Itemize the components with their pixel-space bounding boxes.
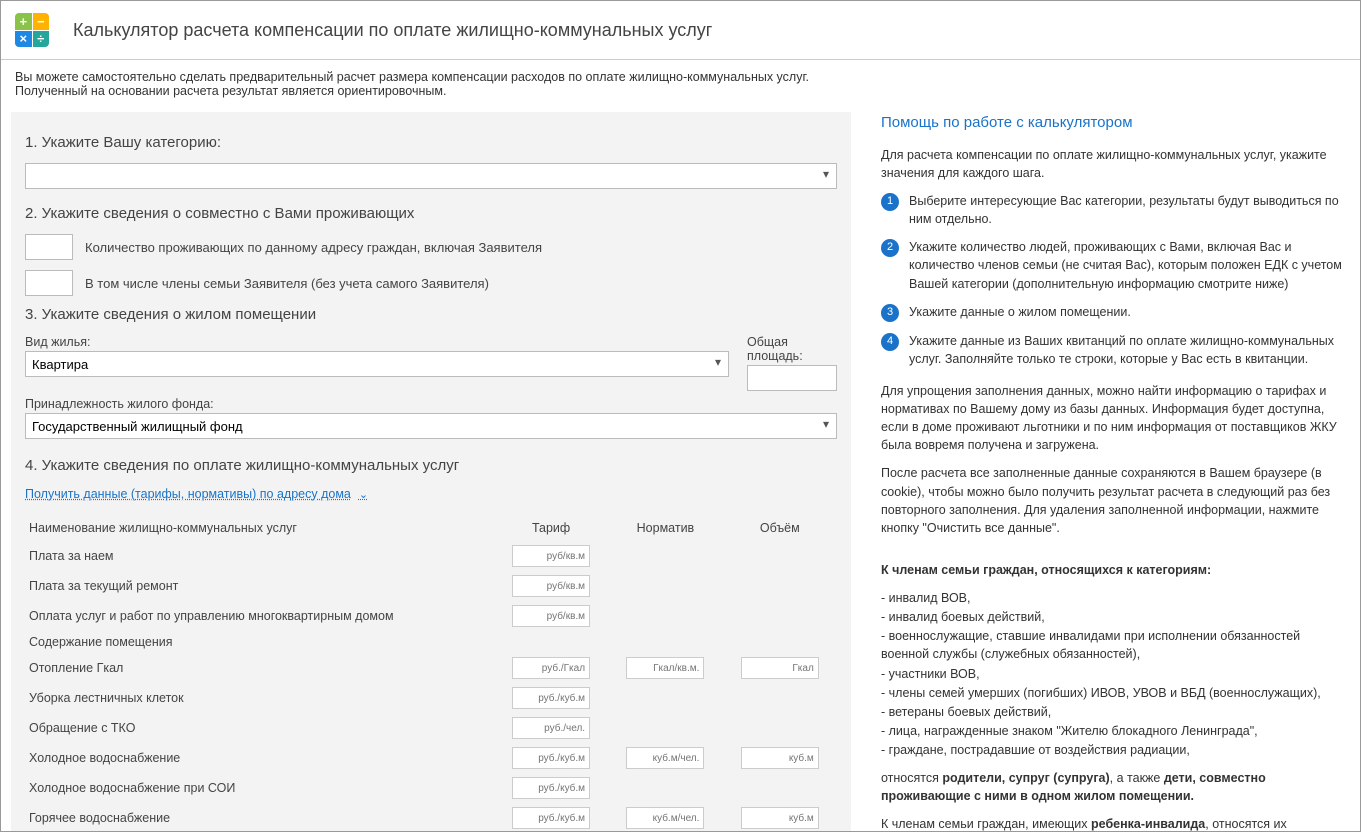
family-input[interactable] xyxy=(25,270,73,296)
help-step: 2Укажите количество людей, проживающих с… xyxy=(881,238,1344,292)
help-intro: Для расчета компенсации по оплате жилищн… xyxy=(881,146,1344,182)
help-step: 1Выберите интересующие Вас категории, ре… xyxy=(881,192,1344,228)
tariff-input[interactable] xyxy=(512,687,590,709)
tariff-input[interactable] xyxy=(512,575,590,597)
step2-title: 2. Укажите сведения о совместно с Вами п… xyxy=(25,205,837,222)
norm-input[interactable] xyxy=(626,747,704,769)
header: +−×÷ Калькулятор расчета компенсации по … xyxy=(1,1,1360,60)
table-row: Обращение с ТКО xyxy=(25,713,837,743)
tariff-input[interactable] xyxy=(512,807,590,829)
housing-type-select[interactable]: Квартира xyxy=(25,351,729,377)
volume-input[interactable] xyxy=(741,807,819,829)
table-row: Содержание помещения xyxy=(25,631,837,653)
service-name: Плата за наем xyxy=(25,541,494,571)
area-input[interactable] xyxy=(747,365,837,391)
table-row: Холодное водоснабжение xyxy=(25,743,837,773)
get-data-link[interactable]: Получить данные (тарифы, нормативы) по а… xyxy=(25,487,368,501)
service-name: Содержание помещения xyxy=(25,631,494,653)
norm-input[interactable] xyxy=(626,657,704,679)
step1-title: 1. Укажите Вашу категорию: xyxy=(25,134,837,151)
table-row: Плата за наем xyxy=(25,541,837,571)
tariff-input[interactable] xyxy=(512,657,590,679)
step-badge: 3 xyxy=(881,304,899,322)
page-title: Калькулятор расчета компенсации по оплат… xyxy=(73,20,712,41)
step-badge: 4 xyxy=(881,333,899,351)
service-name: Уборка лестничных клеток xyxy=(25,683,494,713)
volume-input[interactable] xyxy=(741,747,819,769)
norm-input[interactable] xyxy=(626,807,704,829)
col-norm: Норматив xyxy=(608,515,722,541)
service-name: Холодное водоснабжение при СОИ xyxy=(25,773,494,803)
area-label: Общая площадь: xyxy=(747,335,837,363)
volume-input[interactable] xyxy=(741,657,819,679)
intro-text: Вы можете самостоятельно сделать предвар… xyxy=(1,60,1360,112)
table-row: Отопление Гкал xyxy=(25,653,837,683)
tariff-input[interactable] xyxy=(512,717,590,739)
tariff-input[interactable] xyxy=(512,747,590,769)
calculator-logo-icon: +−×÷ xyxy=(15,13,49,47)
family-label: В том числе члены семьи Заявителя (без у… xyxy=(85,276,489,291)
chevron-down-icon: ⌄ xyxy=(359,488,368,501)
service-name: Плата за текущий ремонт xyxy=(25,571,494,601)
service-name: Горячее водоснабжение xyxy=(25,803,494,832)
help-title: Помощь по работе с калькулятором xyxy=(881,112,1344,134)
help-step: 3Укажите данные о жилом помещении. xyxy=(881,303,1344,322)
col-name: Наименование жилищно-коммунальных услуг xyxy=(25,515,494,541)
housing-type-label: Вид жилья: xyxy=(25,335,729,349)
fund-select[interactable]: Государственный жилищный фонд xyxy=(25,413,837,439)
service-name: Холодное водоснабжение xyxy=(25,743,494,773)
residents-input[interactable] xyxy=(25,234,73,260)
col-tariff: Тариф xyxy=(494,515,608,541)
category-list: - инвалид ВОВ,- инвалид боевых действий,… xyxy=(881,589,1344,759)
help-panel: Помощь по работе с калькулятором Для рас… xyxy=(871,112,1350,832)
category-select[interactable] xyxy=(25,163,837,189)
tariff-input[interactable] xyxy=(512,545,590,567)
step4-title: 4. Укажите сведения по оплате жилищно-ко… xyxy=(25,457,837,474)
table-row: Уборка лестничных клеток xyxy=(25,683,837,713)
fund-label: Принадлежность жилого фонда: xyxy=(25,397,837,411)
step3-title: 3. Укажите сведения о жилом помещении xyxy=(25,306,837,323)
table-row: Горячее водоснабжение xyxy=(25,803,837,832)
col-volume: Объём xyxy=(723,515,837,541)
help-step: 4Укажите данные из Ваших квитанций по оп… xyxy=(881,332,1344,368)
tariff-input[interactable] xyxy=(512,605,590,627)
step-badge: 1 xyxy=(881,193,899,211)
form-panel: 1. Укажите Вашу категорию: 2. Укажите св… xyxy=(11,112,851,832)
service-name: Отопление Гкал xyxy=(25,653,494,683)
help-steps-list: 1Выберите интересующие Вас категории, ре… xyxy=(881,192,1344,368)
tariff-input[interactable] xyxy=(512,777,590,799)
service-name: Оплата услуг и работ по управлению много… xyxy=(25,601,494,631)
table-row: Плата за текущий ремонт xyxy=(25,571,837,601)
services-table: Наименование жилищно-коммунальных услуг … xyxy=(25,515,837,832)
residents-label: Количество проживающих по данному адресу… xyxy=(85,240,542,255)
table-row: Холодное водоснабжение при СОИ xyxy=(25,773,837,803)
table-row: Оплата услуг и работ по управлению много… xyxy=(25,601,837,631)
service-name: Обращение с ТКО xyxy=(25,713,494,743)
step-badge: 2 xyxy=(881,239,899,257)
